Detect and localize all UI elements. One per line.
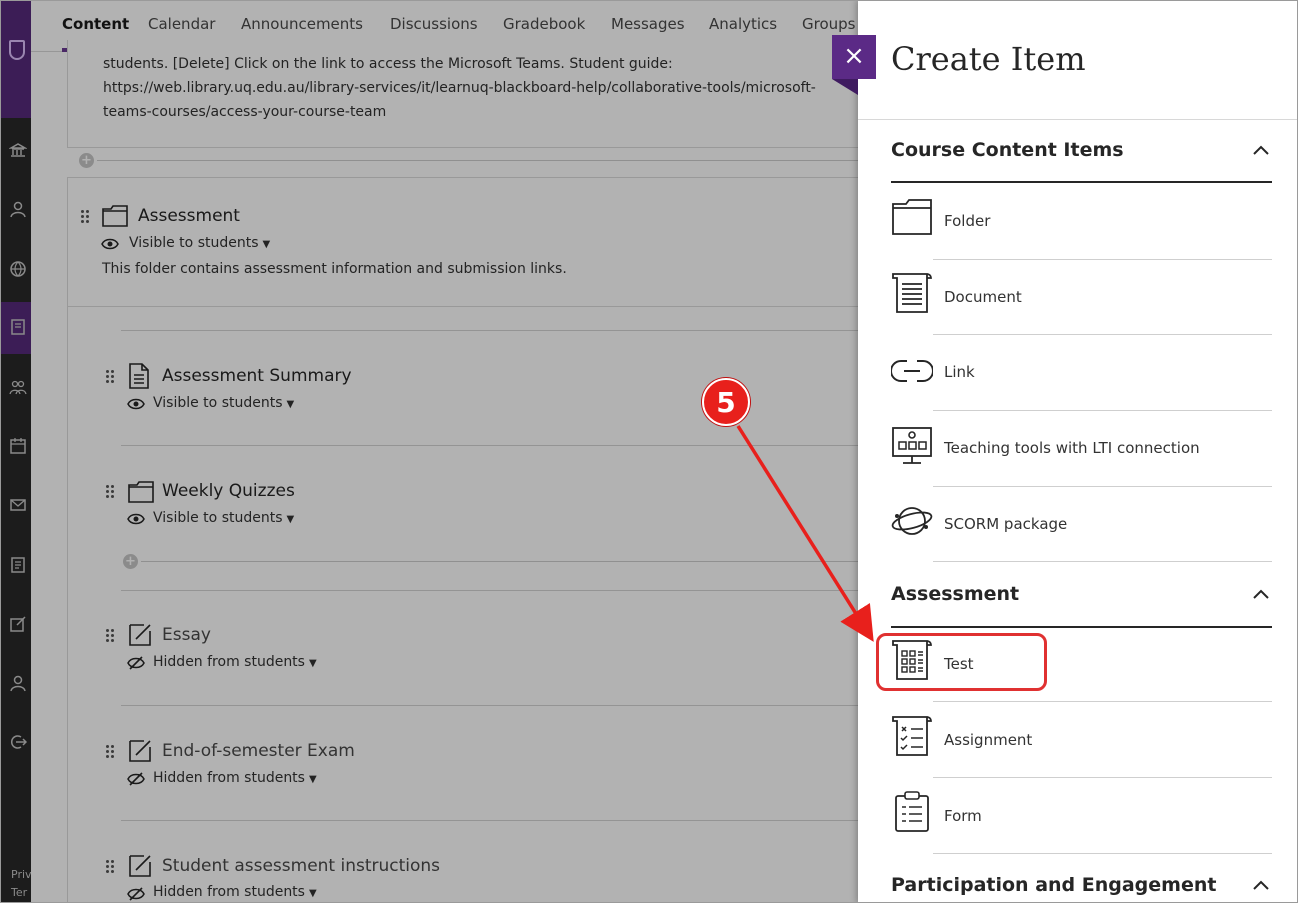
organizations-icon[interactable]: [9, 378, 27, 396]
courses-icon[interactable]: [9, 318, 27, 336]
section-heading-course-content[interactable]: Course Content Items: [891, 139, 1124, 161]
panel-title: Create Item: [891, 40, 1086, 78]
create-item-panel: Create Item Course Content Items Folder …: [858, 0, 1298, 903]
document-icon[interactable]: [891, 272, 933, 314]
close-button-tail: [832, 79, 858, 95]
form-icon[interactable]: [891, 791, 933, 833]
option-divider: [933, 701, 1272, 702]
option-divider: [933, 853, 1272, 854]
option-divider: [933, 259, 1272, 260]
institution-icon[interactable]: [9, 141, 27, 159]
profile-icon[interactable]: [9, 200, 27, 218]
option-assignment[interactable]: Assignment: [944, 731, 1032, 749]
section-rule: [891, 626, 1272, 628]
option-divider: [933, 561, 1272, 562]
app-nav-rail: Priv Ter: [0, 0, 32, 903]
test-option-highlight: [876, 633, 1047, 691]
close-panel-button[interactable]: ×: [832, 35, 876, 79]
link-icon[interactable]: [891, 350, 933, 392]
option-form[interactable]: Form: [944, 807, 982, 825]
panel-header: Create Item: [858, 0, 1298, 120]
globe-icon[interactable]: [9, 260, 27, 278]
terms-link[interactable]: Ter: [11, 886, 27, 899]
calendar-icon[interactable]: [9, 437, 27, 455]
folder-icon[interactable]: [891, 198, 933, 240]
scorm-icon[interactable]: [891, 500, 933, 542]
section-rule: [891, 181, 1272, 183]
step-badge: 5: [702, 378, 750, 426]
grades-icon[interactable]: [9, 556, 27, 574]
tools-icon[interactable]: [9, 615, 27, 633]
option-document[interactable]: Document: [944, 288, 1022, 306]
option-divider: [933, 334, 1272, 335]
section-heading-assessment[interactable]: Assessment: [891, 583, 1019, 605]
section-heading-participation[interactable]: Participation and Engagement: [891, 874, 1216, 896]
option-divider: [933, 777, 1272, 778]
option-scorm[interactable]: SCORM package: [944, 515, 1067, 533]
option-folder[interactable]: Folder: [944, 212, 990, 230]
chevron-up-icon[interactable]: [1252, 588, 1270, 600]
brand-area: [1, 0, 32, 118]
option-divider: [933, 486, 1272, 487]
modal-backdrop[interactable]: [31, 0, 858, 903]
option-link[interactable]: Link: [944, 363, 975, 381]
institution-logo: [9, 40, 25, 60]
chevron-up-icon[interactable]: [1252, 144, 1270, 156]
messages-icon[interactable]: [9, 496, 27, 514]
chevron-up-icon[interactable]: [1252, 879, 1270, 891]
privacy-link[interactable]: Priv: [11, 868, 32, 881]
sign-out-icon[interactable]: [9, 733, 27, 751]
assignment-icon[interactable]: [891, 715, 933, 757]
option-divider: [933, 410, 1272, 411]
account-icon[interactable]: [9, 674, 27, 692]
lti-icon[interactable]: [891, 425, 933, 467]
option-lti-tools[interactable]: Teaching tools with LTI connection: [944, 439, 1200, 457]
